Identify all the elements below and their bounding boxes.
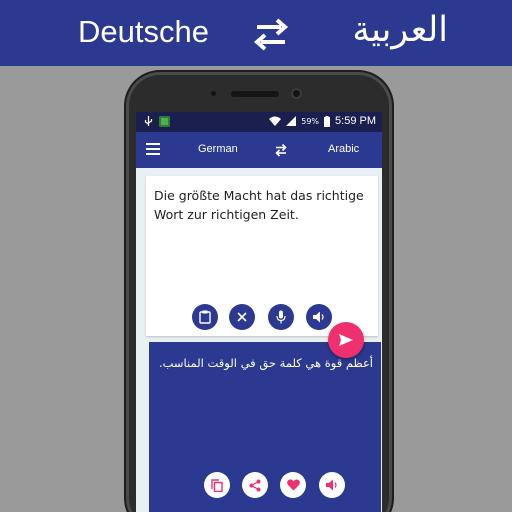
app-toolbar: German Arabic (136, 132, 382, 168)
close-icon (237, 312, 247, 322)
paste-button[interactable] (192, 304, 218, 330)
source-language-selector[interactable]: German (198, 143, 238, 155)
usb-icon (144, 116, 153, 126)
translate-send-button[interactable] (328, 322, 364, 358)
swap-arrows-icon (253, 18, 289, 51)
source-text-input[interactable]: Die größte Macht hat das richtige Wort z… (154, 186, 369, 224)
copy-button[interactable] (204, 472, 230, 498)
share-icon (249, 479, 261, 491)
speak-source-button[interactable] (306, 304, 332, 330)
app-notification-icon (159, 116, 170, 127)
speaker-icon (312, 311, 324, 323)
favorite-button[interactable] (280, 472, 306, 498)
share-button[interactable] (242, 472, 268, 498)
signal-icon (286, 116, 297, 126)
heart-icon (286, 479, 300, 491)
voice-input-button[interactable] (268, 304, 294, 330)
status-bar: 59% 5:59 PM (136, 112, 382, 132)
translation-output-card: أعظم قوة هي كلمة حق في الوقت المناسب. (149, 342, 381, 512)
banner-right-language: العربية (352, 10, 448, 50)
battery-icon (324, 115, 331, 127)
hamburger-menu-icon[interactable] (146, 143, 160, 155)
source-text-card: Die größte Macht hat das richtige Wort z… (146, 176, 378, 336)
wifi-icon (269, 116, 282, 126)
phone-camera (291, 88, 302, 99)
clear-button[interactable] (229, 304, 255, 330)
send-icon (339, 334, 353, 346)
phone-speaker (231, 91, 279, 97)
battery-percent: 59% (301, 116, 320, 126)
clipboard-icon (199, 310, 211, 324)
phone-frame: 59% 5:59 PM German Arabic Die größte Mac… (126, 72, 392, 512)
copy-icon (211, 478, 223, 492)
speak-translation-button[interactable] (319, 472, 345, 498)
promo-banner: Deutsche العربية (0, 0, 512, 66)
target-language-selector[interactable]: Arabic (328, 143, 359, 155)
microphone-icon (276, 310, 286, 324)
swap-arrows-icon[interactable] (274, 143, 288, 157)
banner-left-language: Deutsche (78, 14, 209, 49)
speaker-icon (325, 479, 337, 491)
status-time: 5:59 PM (335, 115, 376, 127)
phone-sensor (211, 91, 216, 96)
phone-screen: 59% 5:59 PM German Arabic Die größte Mac… (136, 112, 382, 512)
